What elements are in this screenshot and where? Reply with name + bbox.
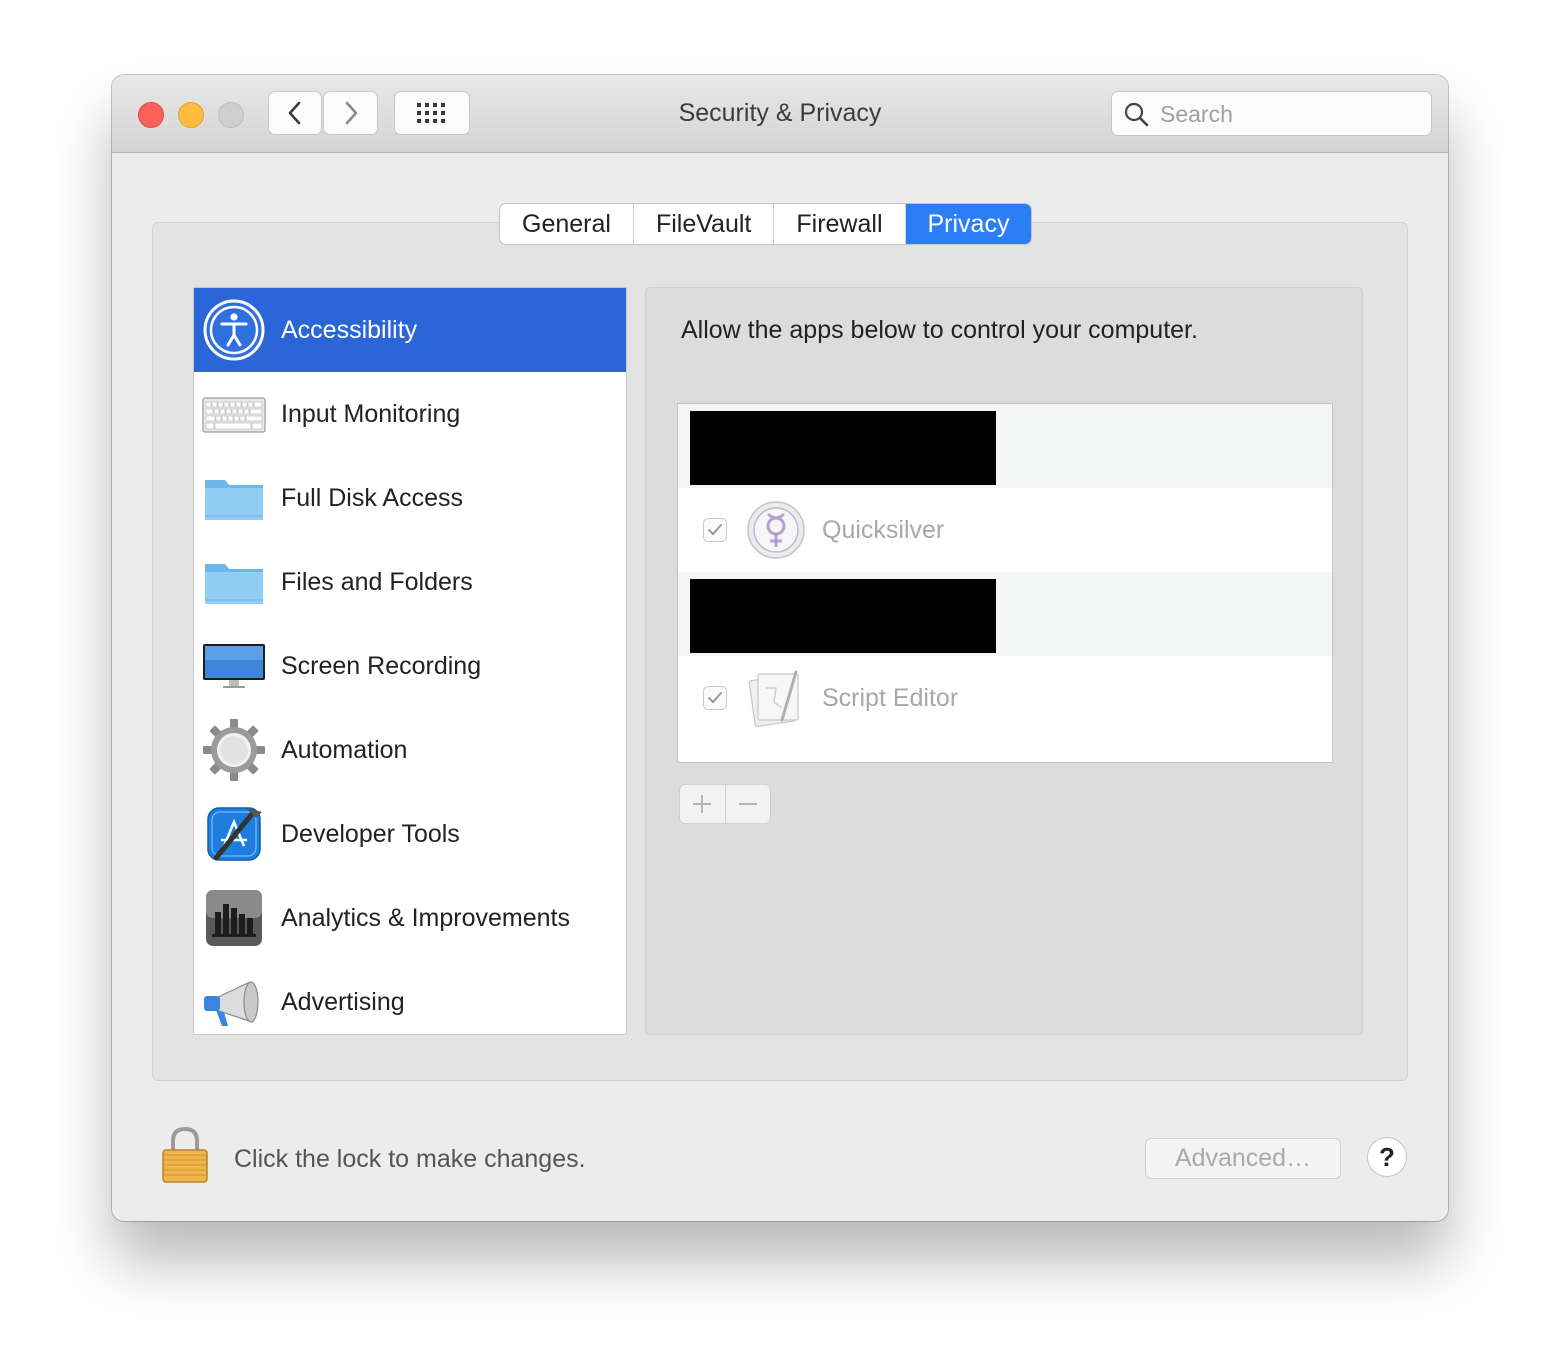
- search-field[interactable]: [1111, 91, 1432, 137]
- list-item[interactable]: Script Editor: [678, 656, 1332, 740]
- quicksilver-icon: [747, 501, 805, 559]
- category-advertising[interactable]: Advertising: [194, 960, 626, 1034]
- tab-general[interactable]: General: [500, 204, 634, 244]
- script-editor-icon: [748, 670, 799, 727]
- category-screen-recording[interactable]: Screen Recording: [194, 624, 626, 708]
- gear-icon: [203, 719, 265, 781]
- privacy-category-list: Accessibility Input Monitoring Full Disk: [193, 287, 627, 1035]
- category-full-disk-access[interactable]: Full Disk Access: [194, 456, 626, 540]
- xcode-icon: [207, 807, 262, 861]
- category-label: Automation: [281, 736, 408, 764]
- plus-icon: [693, 795, 712, 813]
- folder-icon: [205, 564, 263, 604]
- tab-filevault[interactable]: FileVault: [634, 204, 775, 244]
- monitor-icon: [203, 644, 265, 688]
- remove-button[interactable]: [726, 785, 771, 823]
- redacted-block: [690, 411, 996, 485]
- category-label: Accessibility: [281, 316, 418, 344]
- category-input-monitoring[interactable]: Input Monitoring: [194, 372, 626, 456]
- folder-icon: [205, 480, 263, 520]
- lock-icon[interactable]: [160, 1125, 210, 1185]
- security-privacy-window: Security & Privacy General FileVault Fir…: [112, 75, 1448, 1221]
- list-item[interactable]: Quicksilver: [678, 488, 1332, 572]
- privacy-detail-panel: Allow the apps below to control your com…: [645, 287, 1363, 1035]
- bar-chart-icon: [206, 890, 262, 946]
- tab-bar: General FileVault Firewall Privacy: [499, 203, 1033, 245]
- add-button[interactable]: [680, 785, 726, 823]
- category-label: Advertising: [281, 988, 405, 1016]
- category-developer-tools[interactable]: Developer Tools: [194, 792, 626, 876]
- category-label: Screen Recording: [281, 652, 482, 680]
- category-label: Analytics & Improvements: [281, 904, 570, 932]
- minus-icon: [738, 803, 757, 805]
- app-checkbox[interactable]: [703, 518, 727, 542]
- category-automation[interactable]: Automation: [194, 708, 626, 792]
- app-checkbox[interactable]: [703, 686, 727, 710]
- checkmark-icon: [708, 524, 722, 535]
- redacted-block: [690, 579, 996, 653]
- accessibility-icon: [203, 299, 265, 361]
- category-label: Full Disk Access: [281, 484, 463, 512]
- megaphone-icon: [204, 981, 259, 1026]
- title-bar: Security & Privacy: [112, 75, 1448, 153]
- keyboard-icon: [202, 397, 266, 433]
- category-analytics-improvements[interactable]: Analytics & Improvements: [194, 876, 626, 960]
- lock-hint-text: Click the lock to make changes.: [234, 1145, 586, 1173]
- panel-description: Allow the apps below to control your com…: [681, 316, 1198, 344]
- help-button[interactable]: ?: [1367, 1137, 1407, 1177]
- checkmark-icon: [708, 692, 722, 703]
- app-list: Quicksilver Script Editor: [677, 403, 1333, 763]
- tab-firewall[interactable]: Firewall: [774, 204, 906, 244]
- category-label: Input Monitoring: [281, 400, 461, 428]
- category-files-and-folders[interactable]: Files and Folders: [194, 540, 626, 624]
- list-item[interactable]: [678, 404, 1332, 488]
- search-input[interactable]: [1158, 92, 1422, 137]
- category-label: Files and Folders: [281, 568, 473, 596]
- list-item[interactable]: [678, 572, 1332, 656]
- category-label: Developer Tools: [281, 820, 460, 848]
- search-icon: [1124, 102, 1149, 127]
- advanced-button[interactable]: Advanced…: [1145, 1138, 1341, 1179]
- add-remove-control: [679, 784, 771, 824]
- category-accessibility[interactable]: Accessibility: [194, 288, 626, 372]
- app-name: Quicksilver: [822, 516, 945, 544]
- tab-privacy[interactable]: Privacy: [905, 204, 1032, 244]
- app-name: Script Editor: [822, 684, 959, 712]
